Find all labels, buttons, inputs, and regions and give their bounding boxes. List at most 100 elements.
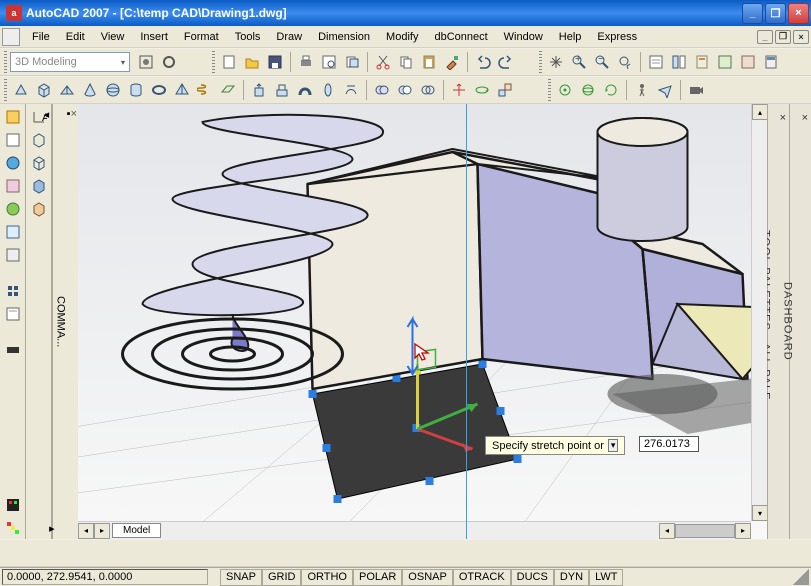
scroll-down-icon[interactable]: ▾ [752,505,767,521]
workspace-selector[interactable]: 3D Modeling [10,52,130,72]
status-osnap[interactable]: OSNAP [402,569,453,586]
fly-icon[interactable] [654,79,676,101]
planar-surface-icon[interactable] [217,79,239,101]
open-icon[interactable] [241,51,263,73]
cone-icon[interactable] [79,79,101,101]
markup-icon[interactable] [737,51,759,73]
orbit-cont-icon[interactable] [600,79,622,101]
menu-express[interactable]: Express [589,29,645,45]
vertical-scrollbar[interactable]: ▴ ▾ [751,104,767,521]
vtool-icon[interactable] [2,517,24,539]
status-lwt[interactable]: LWT [589,569,623,586]
vtool-icon[interactable] [2,244,24,266]
print-icon[interactable] [295,51,317,73]
zoom-previous-icon[interactable] [614,51,636,73]
cylinder-icon[interactable] [125,79,147,101]
vtool-icon[interactable] [2,175,24,197]
vtool-icon[interactable] [2,221,24,243]
undo-icon[interactable] [472,51,494,73]
zoom-window-icon[interactable]: − [591,51,613,73]
vtool-icon[interactable] [2,280,24,302]
toolbar-handle[interactable] [4,51,7,73]
copy-icon[interactable] [395,51,417,73]
close-x-icon[interactable]: × [802,112,809,531]
workspace-settings-icon[interactable] [135,51,157,73]
status-otrack[interactable]: OTRACK [453,569,511,586]
minimize-button[interactable]: _ [742,3,763,24]
drawing-area[interactable]: Specify stretch point or ▾ 276.0173 ▴ ▾ … [78,104,767,539]
zoom-realtime-icon[interactable]: + [568,51,590,73]
scroll-right-icon[interactable]: ▸ [735,523,751,539]
tool-palettes-icon[interactable] [691,51,713,73]
mdi-restore-button[interactable]: ❐ [775,30,791,44]
redo-icon[interactable] [495,51,517,73]
properties-icon[interactable] [645,51,667,73]
toolbar-handle[interactable] [548,79,551,101]
plot-preview-icon[interactable] [318,51,340,73]
command-panel[interactable]: × ▪ COMMA... ▸ ◂ [52,104,78,539]
paste-icon[interactable] [418,51,440,73]
pan-icon[interactable] [545,51,567,73]
polysolid-icon[interactable] [10,79,32,101]
maximize-button[interactable]: ❐ [765,3,786,24]
new-icon[interactable] [218,51,240,73]
status-snap[interactable]: SNAP [220,569,262,586]
mdi-minimize-button[interactable]: _ [757,30,773,44]
sweep-icon[interactable] [294,79,316,101]
close-x-icon[interactable]: × [71,108,77,535]
scroll-up-icon[interactable]: ▴ [752,104,767,120]
menu-view[interactable]: View [93,29,133,45]
dynamic-input-value[interactable]: 276.0173 [639,436,699,452]
vtool-icon[interactable] [2,339,24,361]
design-center-icon[interactable] [668,51,690,73]
tab-scroll-left-icon[interactable]: ◂ [78,523,94,539]
close-button[interactable]: × [788,3,809,24]
toolbar-handle[interactable] [4,79,7,101]
cut-icon[interactable] [372,51,394,73]
mdi-close-button[interactable]: × [793,30,809,44]
resize-grip-icon[interactable] [793,569,809,585]
dashboard-bar[interactable]: × DASHBOARD [789,104,811,539]
3dmove-icon[interactable] [448,79,470,101]
box-icon[interactable] [33,79,55,101]
menu-file[interactable]: File [24,29,58,45]
wedge-icon[interactable] [56,79,78,101]
orbit-icon[interactable] [554,79,576,101]
menu-dimension[interactable]: Dimension [310,29,378,45]
sheet-set-icon[interactable] [714,51,736,73]
orbit-free-icon[interactable] [577,79,599,101]
torus-icon[interactable] [148,79,170,101]
sphere-icon[interactable] [102,79,124,101]
menu-dbconnect[interactable]: dbConnect [426,29,495,45]
walk-icon[interactable] [631,79,653,101]
menu-modify[interactable]: Modify [378,29,426,45]
vtool-icon[interactable] [2,198,24,220]
publish-icon[interactable] [341,51,363,73]
save-icon[interactable] [264,51,286,73]
match-props-icon[interactable] [441,51,463,73]
tab-scroll-right-icon[interactable]: ▸ [94,523,110,539]
subtract-icon[interactable] [394,79,416,101]
workspace-gear-icon[interactable] [158,51,180,73]
helix-icon[interactable] [194,79,216,101]
coordinate-display[interactable]: 0.0000, 272.9541, 0.0000 [2,569,208,585]
status-polar[interactable]: POLAR [353,569,402,586]
3drotate-icon[interactable] [471,79,493,101]
menu-tools[interactable]: Tools [227,29,269,45]
menu-window[interactable]: Window [496,29,551,45]
union-icon[interactable] [371,79,393,101]
scroll-left-icon[interactable]: ◂ [659,523,675,539]
pyramid-icon[interactable] [171,79,193,101]
status-grid[interactable]: GRID [262,569,302,586]
menu-insert[interactable]: Insert [132,29,176,45]
status-dyn[interactable]: DYN [554,569,589,586]
3dalign-icon[interactable] [494,79,516,101]
quickcalc-icon[interactable] [760,51,782,73]
vtool-icon[interactable] [2,129,24,151]
model-tab[interactable]: Model [112,523,161,538]
camera-icon[interactable] [685,79,707,101]
vtool-icon[interactable] [2,303,24,325]
extrude-icon[interactable] [248,79,270,101]
loft-icon[interactable] [340,79,362,101]
dropdown-icon[interactable]: ▾ [608,439,619,452]
